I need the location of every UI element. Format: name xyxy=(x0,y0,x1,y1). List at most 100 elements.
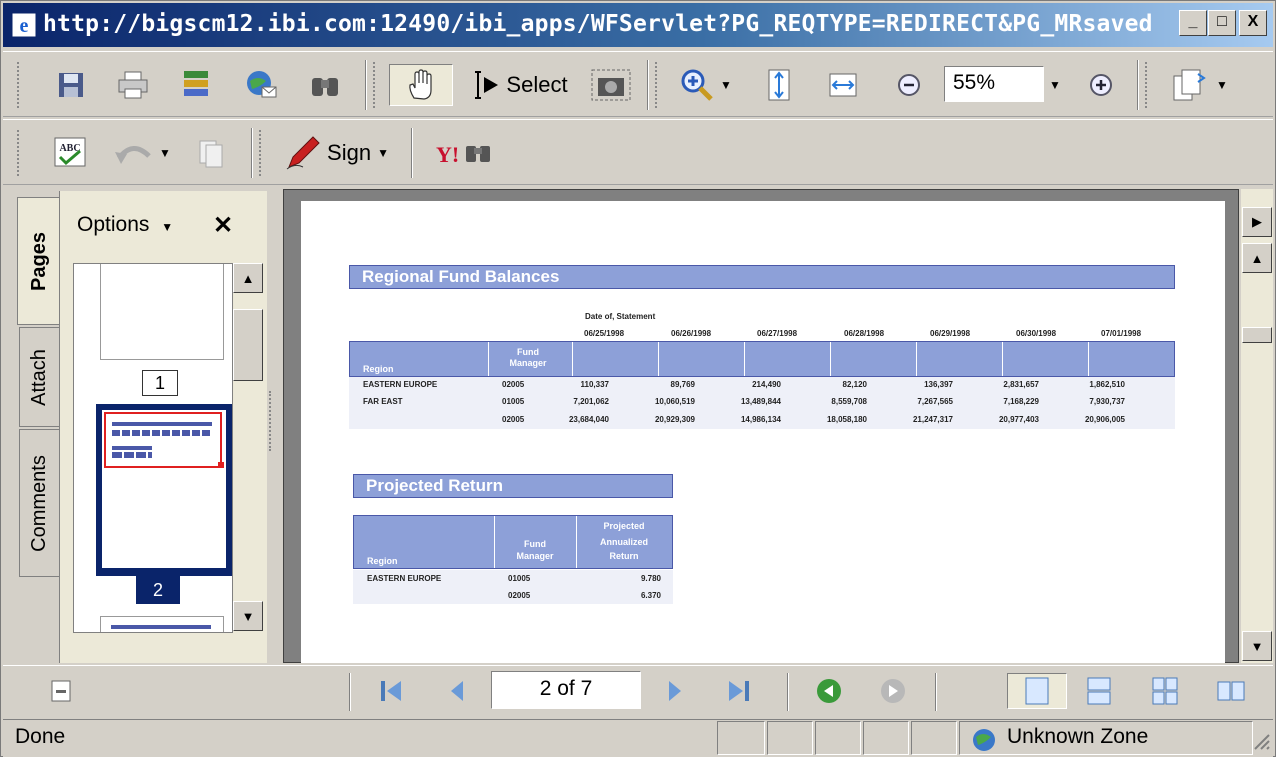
column-header-fund: Fund xyxy=(524,539,546,549)
tab-pages[interactable]: Pages xyxy=(17,197,61,325)
scroll-down-button[interactable]: ▼ xyxy=(233,601,263,631)
tab-attach[interactable]: Attach xyxy=(19,327,59,427)
options-label: Options xyxy=(77,213,150,236)
table-cell-region: EASTERN EUROPE xyxy=(367,574,442,583)
go-back-button[interactable] xyxy=(809,673,849,709)
chevron-down-icon: ▼ xyxy=(1049,78,1061,92)
toolbar-grip[interactable] xyxy=(373,62,379,108)
select-tool-button[interactable]: Select xyxy=(459,64,579,106)
zoom-out-button[interactable] xyxy=(891,64,927,106)
facing-view-button[interactable] xyxy=(1211,673,1251,709)
single-page-icon xyxy=(1025,677,1049,705)
toolbar-separator xyxy=(251,128,253,178)
grid-pages-icon xyxy=(1152,677,1178,705)
scrollbar-thumb[interactable] xyxy=(1242,327,1272,343)
floppy-disk-icon xyxy=(59,73,83,97)
document-scrollbar[interactable]: ▶ ▲ ▼ xyxy=(1241,189,1273,663)
options-menu[interactable]: Options ▼ xyxy=(77,213,173,237)
minimize-button[interactable]: _ xyxy=(1179,10,1207,36)
date-header: 06/28/1998 xyxy=(844,329,885,338)
close-pane-button[interactable]: ✕ xyxy=(213,211,233,240)
scroll-up-button[interactable]: ▲ xyxy=(1242,243,1272,273)
copy-button[interactable] xyxy=(191,132,231,174)
hide-toolbar-button[interactable] xyxy=(41,673,81,709)
fit-width-button[interactable] xyxy=(823,64,863,106)
pane-splitter[interactable] xyxy=(269,391,277,451)
toolbar-separator xyxy=(1137,60,1139,110)
spell-check-button[interactable]: ABC xyxy=(47,132,93,174)
toolbar-grip[interactable] xyxy=(259,130,265,176)
toolbar-main: Select ▼ 55% ▼ ▼ xyxy=(3,51,1273,117)
page-number-field[interactable]: 2 of 7 xyxy=(491,671,641,709)
column-header-region: Region xyxy=(367,556,398,566)
scroll-up-button[interactable]: ▲ xyxy=(233,263,263,293)
sign-button[interactable]: Sign ▼ xyxy=(273,132,401,174)
table-cell-value: 18,058,180 xyxy=(826,415,867,424)
page-number-2: 2 xyxy=(136,576,180,604)
last-page-button[interactable] xyxy=(719,673,759,709)
status-cell xyxy=(815,721,861,755)
table-cell-value: 23,684,040 xyxy=(568,415,609,424)
organize-pages-button[interactable] xyxy=(175,64,219,106)
page-thumbnail-3[interactable] xyxy=(100,616,224,632)
scrollbar-thumb[interactable] xyxy=(233,309,263,381)
toolbar-grip[interactable] xyxy=(1145,62,1151,108)
next-page-icon xyxy=(669,681,681,701)
save-button[interactable] xyxy=(51,64,91,106)
maximize-button[interactable]: □ xyxy=(1208,10,1236,36)
toolbar-grip[interactable] xyxy=(655,62,661,108)
column-header-manager: Manager xyxy=(516,551,554,561)
thumbnail-scrollbar[interactable]: ▲ ▼ xyxy=(233,263,263,633)
table-cell-value: 8,559,708 xyxy=(831,397,867,406)
table-cell-manager: 01005 xyxy=(508,574,531,583)
hand-tool-button[interactable] xyxy=(389,64,453,106)
arrow-up-icon: ▲ xyxy=(1250,250,1264,266)
toolbar-grip[interactable] xyxy=(17,130,23,176)
page-thumbnail-2[interactable] xyxy=(96,404,232,576)
continuous-view-button[interactable] xyxy=(1079,673,1119,709)
go-forward-button[interactable] xyxy=(873,673,913,709)
table-cell-manager: 02005 xyxy=(508,591,531,600)
toolbar-secondary: ABC ▼ Sign ▼ Y! xyxy=(3,119,1273,185)
resize-grip-icon[interactable] xyxy=(1251,731,1271,751)
undo-button[interactable]: ▼ xyxy=(103,132,181,174)
toolbar-grip[interactable] xyxy=(17,62,23,108)
zoom-in-button[interactable] xyxy=(1083,64,1119,106)
fit-page-button[interactable] xyxy=(759,64,799,106)
page-thumbnail-1[interactable] xyxy=(100,264,224,360)
sign-label: Sign xyxy=(327,140,372,165)
navigation-tabs: Pages Attach Comments xyxy=(15,191,61,601)
close-window-button[interactable]: X xyxy=(1239,10,1267,36)
date-header: 06/26/1998 xyxy=(671,329,712,338)
zoom-in-tool-button[interactable]: ▼ xyxy=(669,64,743,106)
panel-expand-button[interactable]: ▶ xyxy=(1242,207,1272,237)
first-page-button[interactable] xyxy=(371,673,411,709)
tab-pages-label: Pages xyxy=(28,231,50,291)
yahoo-search-button[interactable]: Y! xyxy=(427,132,507,174)
arrow-down-icon: ▼ xyxy=(1250,638,1264,654)
date-header: 06/29/1998 xyxy=(930,329,971,338)
previous-page-button[interactable] xyxy=(437,673,477,709)
scroll-down-button[interactable]: ▼ xyxy=(1242,631,1272,661)
date-header: 06/30/1998 xyxy=(1016,329,1057,338)
undo-icon xyxy=(115,146,151,164)
page-rotate-icon xyxy=(1173,69,1206,101)
toolbar-separator xyxy=(647,60,649,110)
printer-icon xyxy=(118,71,148,99)
single-page-view-button[interactable] xyxy=(1007,673,1067,709)
thumbnail-list: 1 2 xyxy=(73,263,233,633)
print-button[interactable] xyxy=(111,64,155,106)
snapshot-tool-button[interactable] xyxy=(587,64,635,106)
zoom-dropdown-button[interactable]: ▼ xyxy=(1043,64,1067,106)
zoom-level-field[interactable]: 55% xyxy=(944,66,1044,102)
table-cell-value: 20,977,403 xyxy=(998,415,1039,424)
table-cell-value: 21,247,317 xyxy=(912,415,953,424)
tab-comments[interactable]: Comments xyxy=(19,429,59,577)
next-page-button[interactable] xyxy=(655,673,695,709)
page-layout-button[interactable]: ▼ xyxy=(1159,64,1239,106)
facing-continuous-view-button[interactable] xyxy=(1145,673,1185,709)
security-zone-text: Unknown Zone xyxy=(1007,725,1149,748)
date-header: 07/01/1998 xyxy=(1101,329,1142,338)
find-button[interactable] xyxy=(303,64,347,106)
email-button[interactable] xyxy=(239,64,283,106)
